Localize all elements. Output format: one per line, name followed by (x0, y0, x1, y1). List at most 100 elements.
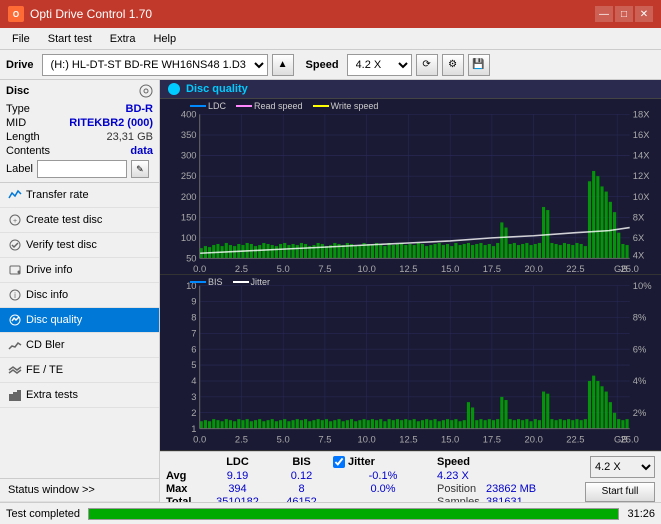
start-full-button[interactable]: Start full (585, 482, 655, 502)
disc-mid-value: RITEKBR2 (000) (69, 117, 153, 129)
status-time: 31:26 (627, 508, 655, 520)
disc-type-label: Type (6, 103, 30, 115)
svg-text:22.5: 22.5 (566, 434, 584, 445)
stats-position-value: 23862 MB (486, 483, 536, 495)
svg-text:14X: 14X (633, 151, 650, 161)
ldc-legend-label: LDC (208, 101, 226, 111)
stats-total-bis: 46152 (274, 496, 329, 502)
svg-text:100: 100 (181, 233, 197, 243)
drive-info-icon (8, 263, 22, 277)
sidebar-item-status-window[interactable]: Status window >> (0, 478, 159, 502)
svg-text:10.0: 10.0 (358, 264, 376, 274)
svg-text:20.0: 20.0 (525, 264, 543, 274)
app-icon: O (8, 6, 24, 22)
save-button[interactable]: 💾 (468, 54, 490, 76)
stats-avg-ldc: 9.19 (205, 470, 270, 482)
stats-header-ldc: LDC (205, 456, 270, 468)
svg-text:17.5: 17.5 (483, 264, 501, 274)
sidebar-item-drive-info[interactable]: Drive info (0, 258, 159, 283)
drive-label: Drive (6, 59, 34, 71)
speed-select[interactable]: 4.2 X (347, 54, 412, 76)
menu-help[interactable]: Help (145, 31, 184, 47)
svg-text:8X: 8X (633, 212, 645, 222)
bis-legend-label: BIS (208, 277, 223, 287)
menu-start-test[interactable]: Start test (40, 31, 100, 47)
sidebar-item-transfer-rate[interactable]: Transfer rate (0, 183, 159, 208)
sidebar-item-fe-te[interactable]: FE / TE (0, 358, 159, 383)
disc-label-row: Label ✎ (6, 160, 153, 178)
refresh-button[interactable]: ⟳ (416, 54, 438, 76)
create-test-disc-icon: + (8, 213, 22, 227)
stats-max-ldc: 394 (205, 483, 270, 495)
minimize-button[interactable]: — (595, 6, 613, 22)
read-speed-legend-item: Read speed (236, 101, 303, 111)
disc-contents-row: Contents data (6, 144, 153, 158)
stats-avg-speed: 4.23 X (437, 470, 497, 482)
stats-avg-row: Avg 9.19 0.12 -0.1% 4.23 X (166, 470, 577, 482)
sidebar-item-disc-quality[interactable]: Disc quality (0, 308, 159, 333)
sidebar-item-cd-bler[interactable]: CD Bler (0, 333, 159, 358)
speed-select-stats[interactable]: 4.2 X (590, 456, 655, 478)
sidebar-item-verify-test-disc[interactable]: Verify test disc (0, 233, 159, 258)
sidebar-item-drive-info-label: Drive info (26, 264, 72, 276)
bis-legend-item: BIS (190, 277, 223, 287)
svg-text:3: 3 (191, 392, 196, 403)
app-title: Opti Drive Control 1.70 (30, 7, 152, 21)
sidebar-item-create-test-disc-label: Create test disc (26, 214, 102, 226)
sidebar-item-fe-te-label: FE / TE (26, 364, 63, 376)
sidebar-item-disc-info[interactable]: i Disc info (0, 283, 159, 308)
ldc-chart-svg: 400 350 300 250 200 150 100 50 18X 16X 1… (160, 99, 661, 274)
svg-text:150: 150 (181, 212, 197, 222)
sidebar-status-window-label: Status window >> (8, 484, 95, 496)
status-bar: Test completed 31:26 (0, 502, 661, 524)
svg-text:2%: 2% (633, 408, 647, 419)
right-panel: Disc quality LDC Read speed (160, 80, 661, 502)
svg-text:50: 50 (186, 254, 196, 264)
svg-text:7.5: 7.5 (318, 264, 331, 274)
write-speed-legend-item: Write speed (313, 101, 379, 111)
sidebar-item-create-test-disc[interactable]: + Create test disc (0, 208, 159, 233)
stats-header-speed: Speed (437, 456, 497, 468)
extra-tests-icon (8, 388, 22, 402)
svg-text:12.5: 12.5 (399, 434, 417, 445)
disc-contents-label: Contents (6, 145, 50, 157)
jitter-checkbox[interactable] (333, 456, 345, 468)
svg-text:10.0: 10.0 (358, 434, 376, 445)
stats-total-row: Total 3510182 46152 Samples 381631 (166, 496, 577, 502)
disc-quality-icon (8, 313, 22, 327)
sidebar-item-extra-tests[interactable]: Extra tests (0, 383, 159, 408)
sidebar-item-verify-test-disc-label: Verify test disc (26, 239, 97, 251)
settings-button[interactable]: ⚙ (442, 54, 464, 76)
svg-text:4%: 4% (633, 376, 647, 387)
fe-te-icon (8, 363, 22, 377)
sidebar-item-disc-quality-label: Disc quality (26, 314, 82, 326)
write-speed-legend-label: Write speed (331, 101, 379, 111)
eject-button[interactable]: ▲ (272, 54, 294, 76)
disc-section-title: Disc (6, 85, 29, 97)
maximize-button[interactable]: □ (615, 6, 633, 22)
menu-file[interactable]: File (4, 31, 38, 47)
drive-select[interactable]: (H:) HL-DT-ST BD-RE WH16NS48 1.D3 (42, 54, 268, 76)
disc-length-value: 23,31 GB (107, 131, 153, 143)
svg-text:2.5: 2.5 (235, 434, 248, 445)
disc-type-row: Type BD-R (6, 102, 153, 116)
stats-avg-jitter: -0.1% (333, 470, 433, 482)
close-button[interactable]: ✕ (635, 6, 653, 22)
disc-label-input[interactable] (37, 160, 127, 178)
svg-text:0.0: 0.0 (193, 264, 206, 274)
disc-section: Disc Type BD-R MID RITEKBR2 (000) Length… (0, 80, 159, 183)
disc-label-edit-button[interactable]: ✎ (131, 160, 149, 178)
svg-text:1: 1 (191, 424, 196, 435)
disc-quality-title: Disc quality (186, 83, 248, 95)
menu-extra[interactable]: Extra (102, 31, 144, 47)
svg-text:15.0: 15.0 (441, 264, 459, 274)
charts-area: LDC Read speed Write speed (160, 99, 661, 451)
svg-text:5.0: 5.0 (277, 264, 290, 274)
svg-text:15.0: 15.0 (441, 434, 459, 445)
svg-text:9: 9 (191, 296, 196, 307)
right-controls: 4.2 X Start full Start part (585, 456, 655, 502)
title-bar: O Opti Drive Control 1.70 — □ ✕ (0, 0, 661, 28)
svg-text:8: 8 (191, 312, 196, 323)
sidebar-item-cd-bler-label: CD Bler (26, 339, 65, 351)
disc-mid-row: MID RITEKBR2 (000) (6, 116, 153, 130)
